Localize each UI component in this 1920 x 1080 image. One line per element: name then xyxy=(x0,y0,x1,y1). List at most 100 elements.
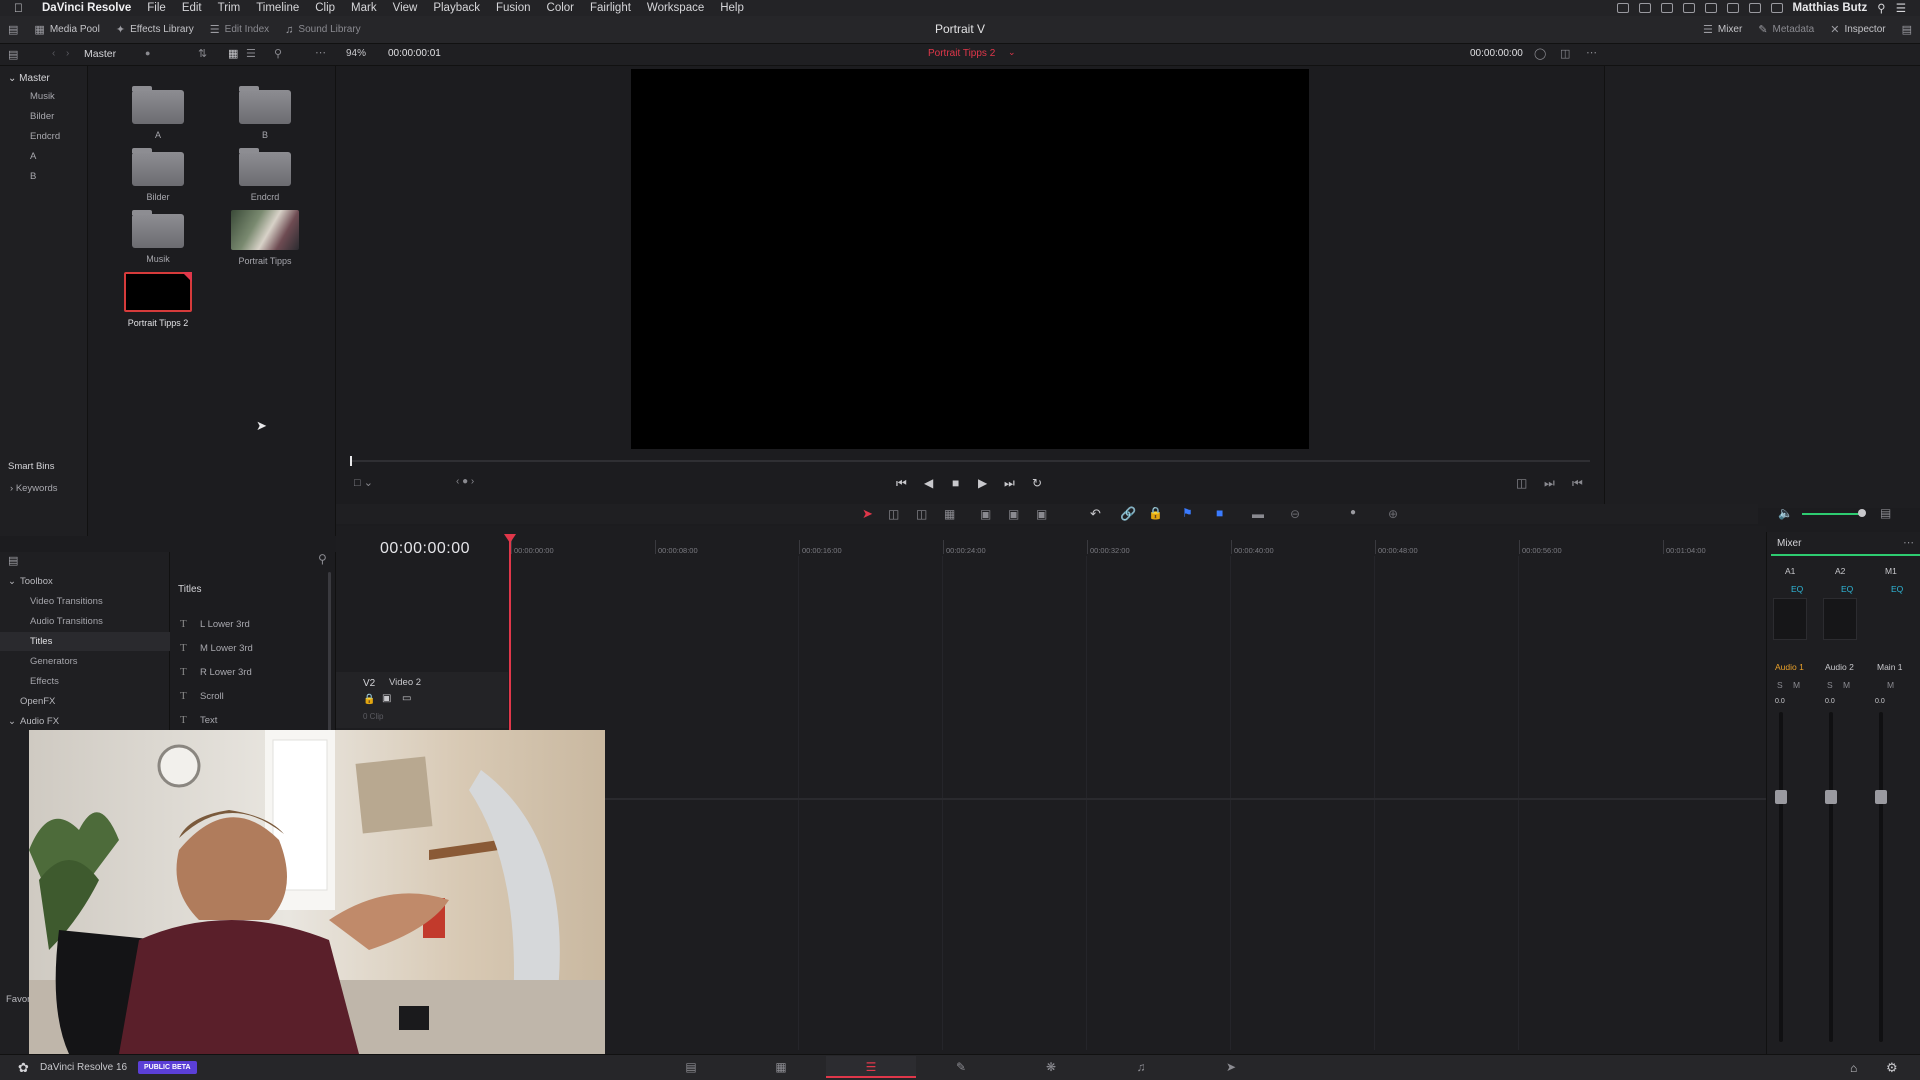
viewer-zoom[interactable]: 94% xyxy=(346,48,366,59)
clip-folder-b[interactable]: B xyxy=(225,86,305,140)
jog-control-icon[interactable]: ‹ ● › xyxy=(456,476,474,487)
page-fusion-icon[interactable]: ✎ xyxy=(916,1056,1006,1078)
menu-view[interactable]: View xyxy=(393,2,418,14)
lock-icon[interactable]: 🔒 xyxy=(363,694,375,705)
pan-control-a2[interactable] xyxy=(1823,598,1857,640)
clip-folder-endcrd[interactable]: Endcrd xyxy=(225,148,305,202)
playhead[interactable] xyxy=(509,536,511,730)
mute-button-a2[interactable]: M xyxy=(1843,680,1850,690)
gear-icon[interactable]: ⚙ xyxy=(1886,1060,1898,1076)
bin-item[interactable]: A xyxy=(0,148,88,166)
title-text[interactable]: T Text xyxy=(180,710,320,730)
volume-icon[interactable]: 🔈 xyxy=(1778,506,1793,520)
snapping-icon[interactable]: ↶ xyxy=(1090,506,1101,522)
zoom-full-icon[interactable]: ▬ xyxy=(1252,507,1264,521)
apple-icon[interactable]:  xyxy=(14,1,30,15)
search-icon[interactable]: ⚲ xyxy=(318,552,327,566)
status-icon[interactable] xyxy=(1704,3,1717,13)
status-icon[interactable] xyxy=(1616,3,1629,13)
status-icon[interactable] xyxy=(1682,3,1695,13)
zoom-out-icon[interactable]: ⊖ xyxy=(1290,507,1300,521)
fader-track-a2[interactable] xyxy=(1829,712,1833,1042)
link-icon[interactable]: 🔗 xyxy=(1120,506,1136,522)
previous-edit-icon[interactable]: ⏮ xyxy=(1572,476,1583,491)
chevron-down-icon[interactable]: ⌄ xyxy=(1008,47,1016,58)
list-icon[interactable]: ☰ xyxy=(1896,1,1906,15)
loop-icon[interactable]: ↻ xyxy=(1032,476,1042,490)
fx-video-transitions[interactable]: Video Transitions xyxy=(0,592,170,611)
menu-timeline[interactable]: Timeline xyxy=(256,2,299,14)
solo-button-a2[interactable]: S xyxy=(1827,680,1833,690)
fader-track-a1[interactable] xyxy=(1779,712,1783,1042)
volume-slider[interactable] xyxy=(1802,513,1862,515)
page-edit-icon[interactable]: ☰ xyxy=(826,1056,916,1078)
smart-bin-keywords[interactable]: › Keywords xyxy=(0,480,88,498)
menu-app-name[interactable]: DaVinci Resolve xyxy=(42,2,131,14)
search-icon[interactable]: ⚲ xyxy=(1877,1,1885,15)
menu-mark[interactable]: Mark xyxy=(351,2,377,14)
wifi-icon[interactable] xyxy=(1748,3,1761,13)
list-view-icon[interactable]: ☰ xyxy=(246,47,256,60)
workspace-toggle-icon[interactable]: ▤ xyxy=(0,16,26,44)
bin-item[interactable]: Endcrd xyxy=(0,128,88,146)
scrubber-playhead[interactable] xyxy=(350,456,352,466)
timeline-selector[interactable]: Portrait Tipps 2 xyxy=(928,48,995,59)
match-frame-icon[interactable]: ◫ xyxy=(1516,476,1527,490)
play-reverse-icon[interactable]: ◀ xyxy=(924,476,933,490)
status-icon[interactable] xyxy=(1638,3,1651,13)
eq-button-a1[interactable]: EQ xyxy=(1791,584,1803,594)
bin-item[interactable]: Musik xyxy=(0,88,88,106)
bin-master[interactable]: ⌄ Master xyxy=(0,70,88,88)
mixer-button[interactable]: ☰ Mixer xyxy=(1695,16,1750,44)
effects-library-button[interactable]: ✦ Effects Library xyxy=(108,16,202,44)
fx-toolbox[interactable]: ⌄ Toolbox xyxy=(0,572,170,591)
lock-icon[interactable]: 🔒 xyxy=(1148,506,1163,520)
titles-scrollbar[interactable] xyxy=(328,572,331,732)
dynamic-trim-icon[interactable]: ◫ xyxy=(916,507,927,521)
solo-button-a1[interactable]: S xyxy=(1777,680,1783,690)
fx-titles[interactable]: Titles xyxy=(0,632,170,651)
menu-help[interactable]: Help xyxy=(720,2,744,14)
title-r-lower-3rd[interactable]: TR Lower 3rd xyxy=(180,662,320,682)
forward-arrow-icon[interactable]: › xyxy=(66,48,69,59)
blade-tool-icon[interactable]: ▦ xyxy=(944,507,955,521)
go-to-start-icon[interactable]: ⏮ xyxy=(896,476,907,491)
media-pool-button[interactable]: ▦ Media Pool xyxy=(26,16,107,44)
title-scroll[interactable]: T Scroll xyxy=(180,686,320,706)
clock-icon[interactable] xyxy=(1726,3,1739,13)
fader-knob-m1[interactable] xyxy=(1875,790,1887,804)
overwrite-clip-icon[interactable]: ▣ xyxy=(1008,507,1019,521)
clip-timeline-portrait-tipps-2[interactable]: Portrait Tipps 2 xyxy=(118,272,198,328)
trim-tool-icon[interactable]: ◫ xyxy=(888,507,899,521)
more-options-icon[interactable]: ⋯ xyxy=(1586,46,1597,59)
viewer-layout-icon[interactable]: ◫ xyxy=(1560,47,1570,60)
title-m-lower-3rd[interactable]: TM Lower 3rd xyxy=(180,638,320,658)
viewer-canvas[interactable] xyxy=(631,69,1309,449)
marker-icon[interactable]: ■ xyxy=(1216,506,1223,520)
page-cut-icon[interactable]: ▦ xyxy=(736,1056,826,1078)
clip-timeline-portrait-tipps[interactable]: Portrait Tipps xyxy=(225,210,305,266)
clip-folder-musik[interactable]: Musik xyxy=(118,210,198,264)
track-name[interactable]: Video 2 xyxy=(389,677,421,688)
fader-knob-a1[interactable] xyxy=(1775,790,1787,804)
page-deliver-icon[interactable]: ➤ xyxy=(1186,1056,1276,1078)
menu-workspace[interactable]: Workspace xyxy=(647,2,704,14)
sort-icon[interactable]: ⇅ xyxy=(198,47,207,60)
panel-toggle-icon[interactable]: ▤ xyxy=(1894,16,1920,44)
clip-folder-a[interactable]: A xyxy=(118,86,198,140)
grid-view-icon[interactable]: ▦ xyxy=(228,47,238,60)
track-enable-icon[interactable]: ▭ xyxy=(402,693,411,704)
menu-fusion[interactable]: Fusion xyxy=(496,2,531,14)
audio-scrub-icon[interactable]: ◯ xyxy=(1534,47,1546,60)
viewer-mode-icon[interactable]: □ ⌄ xyxy=(354,476,373,489)
metadata-button[interactable]: ✎ Metadata xyxy=(1750,16,1822,44)
menu-fairlight[interactable]: Fairlight xyxy=(590,2,631,14)
menu-color[interactable]: Color xyxy=(547,2,574,14)
fx-generators[interactable]: Generators xyxy=(0,652,170,671)
mute-button-a1[interactable]: M xyxy=(1793,680,1800,690)
fx-effects[interactable]: Effects xyxy=(0,672,170,691)
back-arrow-icon[interactable]: ‹ xyxy=(52,48,55,59)
bin-item[interactable]: Bilder xyxy=(0,108,88,126)
menu-edit[interactable]: Edit xyxy=(182,2,202,14)
page-fairlight-icon[interactable]: ♫ xyxy=(1096,1056,1186,1078)
